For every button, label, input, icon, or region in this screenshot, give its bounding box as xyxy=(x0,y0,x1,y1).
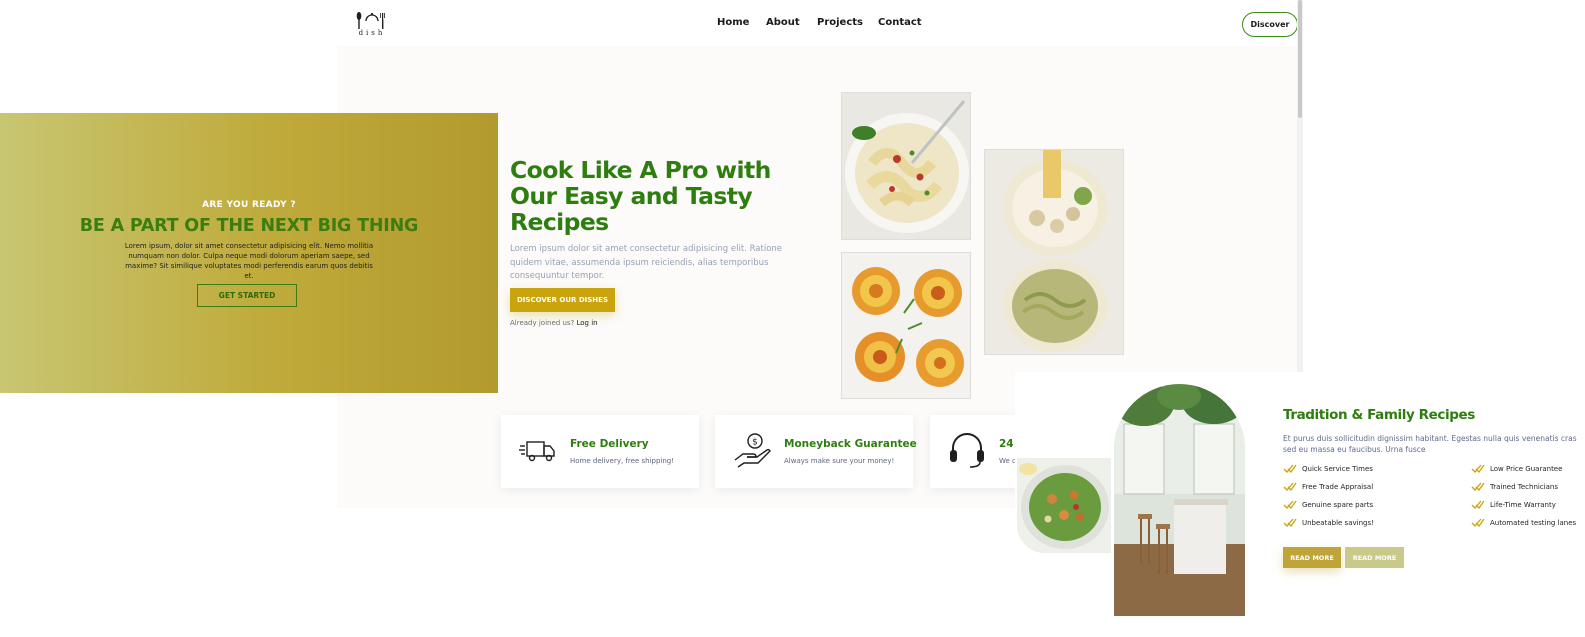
potato-roses-image xyxy=(841,252,971,399)
feature-subtitle: Home delivery, free shipping! xyxy=(570,457,675,465)
joined-text: Already joined us? Log in xyxy=(510,319,598,327)
about-text: Et purus duis sollicitudin dignissim hab… xyxy=(1283,434,1577,454)
check-item: Genuine spare parts xyxy=(1283,500,1374,509)
joined-prefix: Already joined us? xyxy=(510,319,575,327)
discover-button[interactable]: Discover xyxy=(1242,12,1298,37)
double-check-icon xyxy=(1283,464,1297,473)
cta-kicker: ARE YOU READY ? xyxy=(202,200,296,210)
feature-card-moneyback: $ Moneyback Guarantee Always make sure y… xyxy=(715,415,917,488)
check-item: Automated testing lanes xyxy=(1471,518,1577,527)
feature-subtitle: Always make sure your money! xyxy=(784,457,895,465)
cta-title: BE A PART OF THE NEXT BIG THING xyxy=(79,216,419,236)
delivery-truck-icon xyxy=(519,441,555,462)
check-label: Life-Time Warranty xyxy=(1490,501,1556,509)
salad-image xyxy=(1017,458,1111,553)
check-label: Trained Technicians xyxy=(1490,483,1558,491)
get-started-button[interactable]: GET STARTED xyxy=(197,284,297,307)
check-label: Unbeatable savings! xyxy=(1302,519,1374,527)
cta-text: Lorem ipsum, dolor sit amet consectetur … xyxy=(124,242,374,280)
feature-title: Moneyback Guarantee xyxy=(784,438,917,450)
pots-image xyxy=(984,149,1124,355)
pasta-image xyxy=(841,92,971,240)
double-check-icon xyxy=(1471,518,1485,527)
double-check-icon xyxy=(1471,464,1485,473)
check-item: Unbeatable savings! xyxy=(1283,518,1374,527)
logo-text: dish xyxy=(359,29,386,36)
feature-title: 24 xyxy=(999,438,1014,450)
headset-icon xyxy=(950,433,984,468)
check-item: Free Trade Appraisal xyxy=(1283,482,1374,491)
check-label: Quick Service Times xyxy=(1302,465,1373,473)
about-title: Tradition & Family Recipes xyxy=(1283,407,1475,423)
check-label: Low Price Guarantee xyxy=(1490,465,1563,473)
check-item: Trained Technicians xyxy=(1471,482,1558,491)
kitchen-image xyxy=(1114,384,1245,616)
money-hand-icon: $ xyxy=(734,433,771,468)
check-label: Free Trade Appraisal xyxy=(1302,483,1374,491)
nav-about[interactable]: About xyxy=(766,17,800,28)
scrollbar-thumb[interactable] xyxy=(1298,0,1302,118)
dish-logo[interactable]: dish xyxy=(352,10,392,36)
double-check-icon xyxy=(1471,500,1485,509)
feature-title: Free Delivery xyxy=(570,438,649,450)
feature-subtitle: We c xyxy=(999,457,1016,465)
check-item: Life-Time Warranty xyxy=(1471,500,1556,509)
hero-text: Lorem ipsum dolor sit amet consectetur a… xyxy=(510,244,783,281)
check-label: Genuine spare parts xyxy=(1302,501,1374,509)
double-check-icon xyxy=(1283,518,1297,527)
check-item: Quick Service Times xyxy=(1283,464,1373,473)
double-check-icon xyxy=(1283,500,1297,509)
nav-home[interactable]: Home xyxy=(717,17,749,28)
discover-dishes-button[interactable]: DISCOVER OUR DISHES xyxy=(510,288,615,312)
read-more-secondary-button[interactable]: READ MORE xyxy=(1345,547,1404,568)
double-check-icon xyxy=(1471,482,1485,491)
feature-card-delivery: Free Delivery Home delivery, free shippi… xyxy=(501,415,699,488)
svg-text:$: $ xyxy=(752,438,758,448)
login-link[interactable]: Log in xyxy=(576,319,597,327)
double-check-icon xyxy=(1283,482,1297,491)
check-item: Low Price Guarantee xyxy=(1471,464,1563,473)
hero-title: Cook Like A Pro with Our Easy and Tasty … xyxy=(510,156,771,236)
nav-projects[interactable]: Projects xyxy=(817,17,863,28)
nav-contact[interactable]: Contact xyxy=(878,17,922,28)
check-label: Automated testing lanes xyxy=(1490,519,1577,527)
read-more-button[interactable]: READ MORE xyxy=(1283,547,1341,568)
